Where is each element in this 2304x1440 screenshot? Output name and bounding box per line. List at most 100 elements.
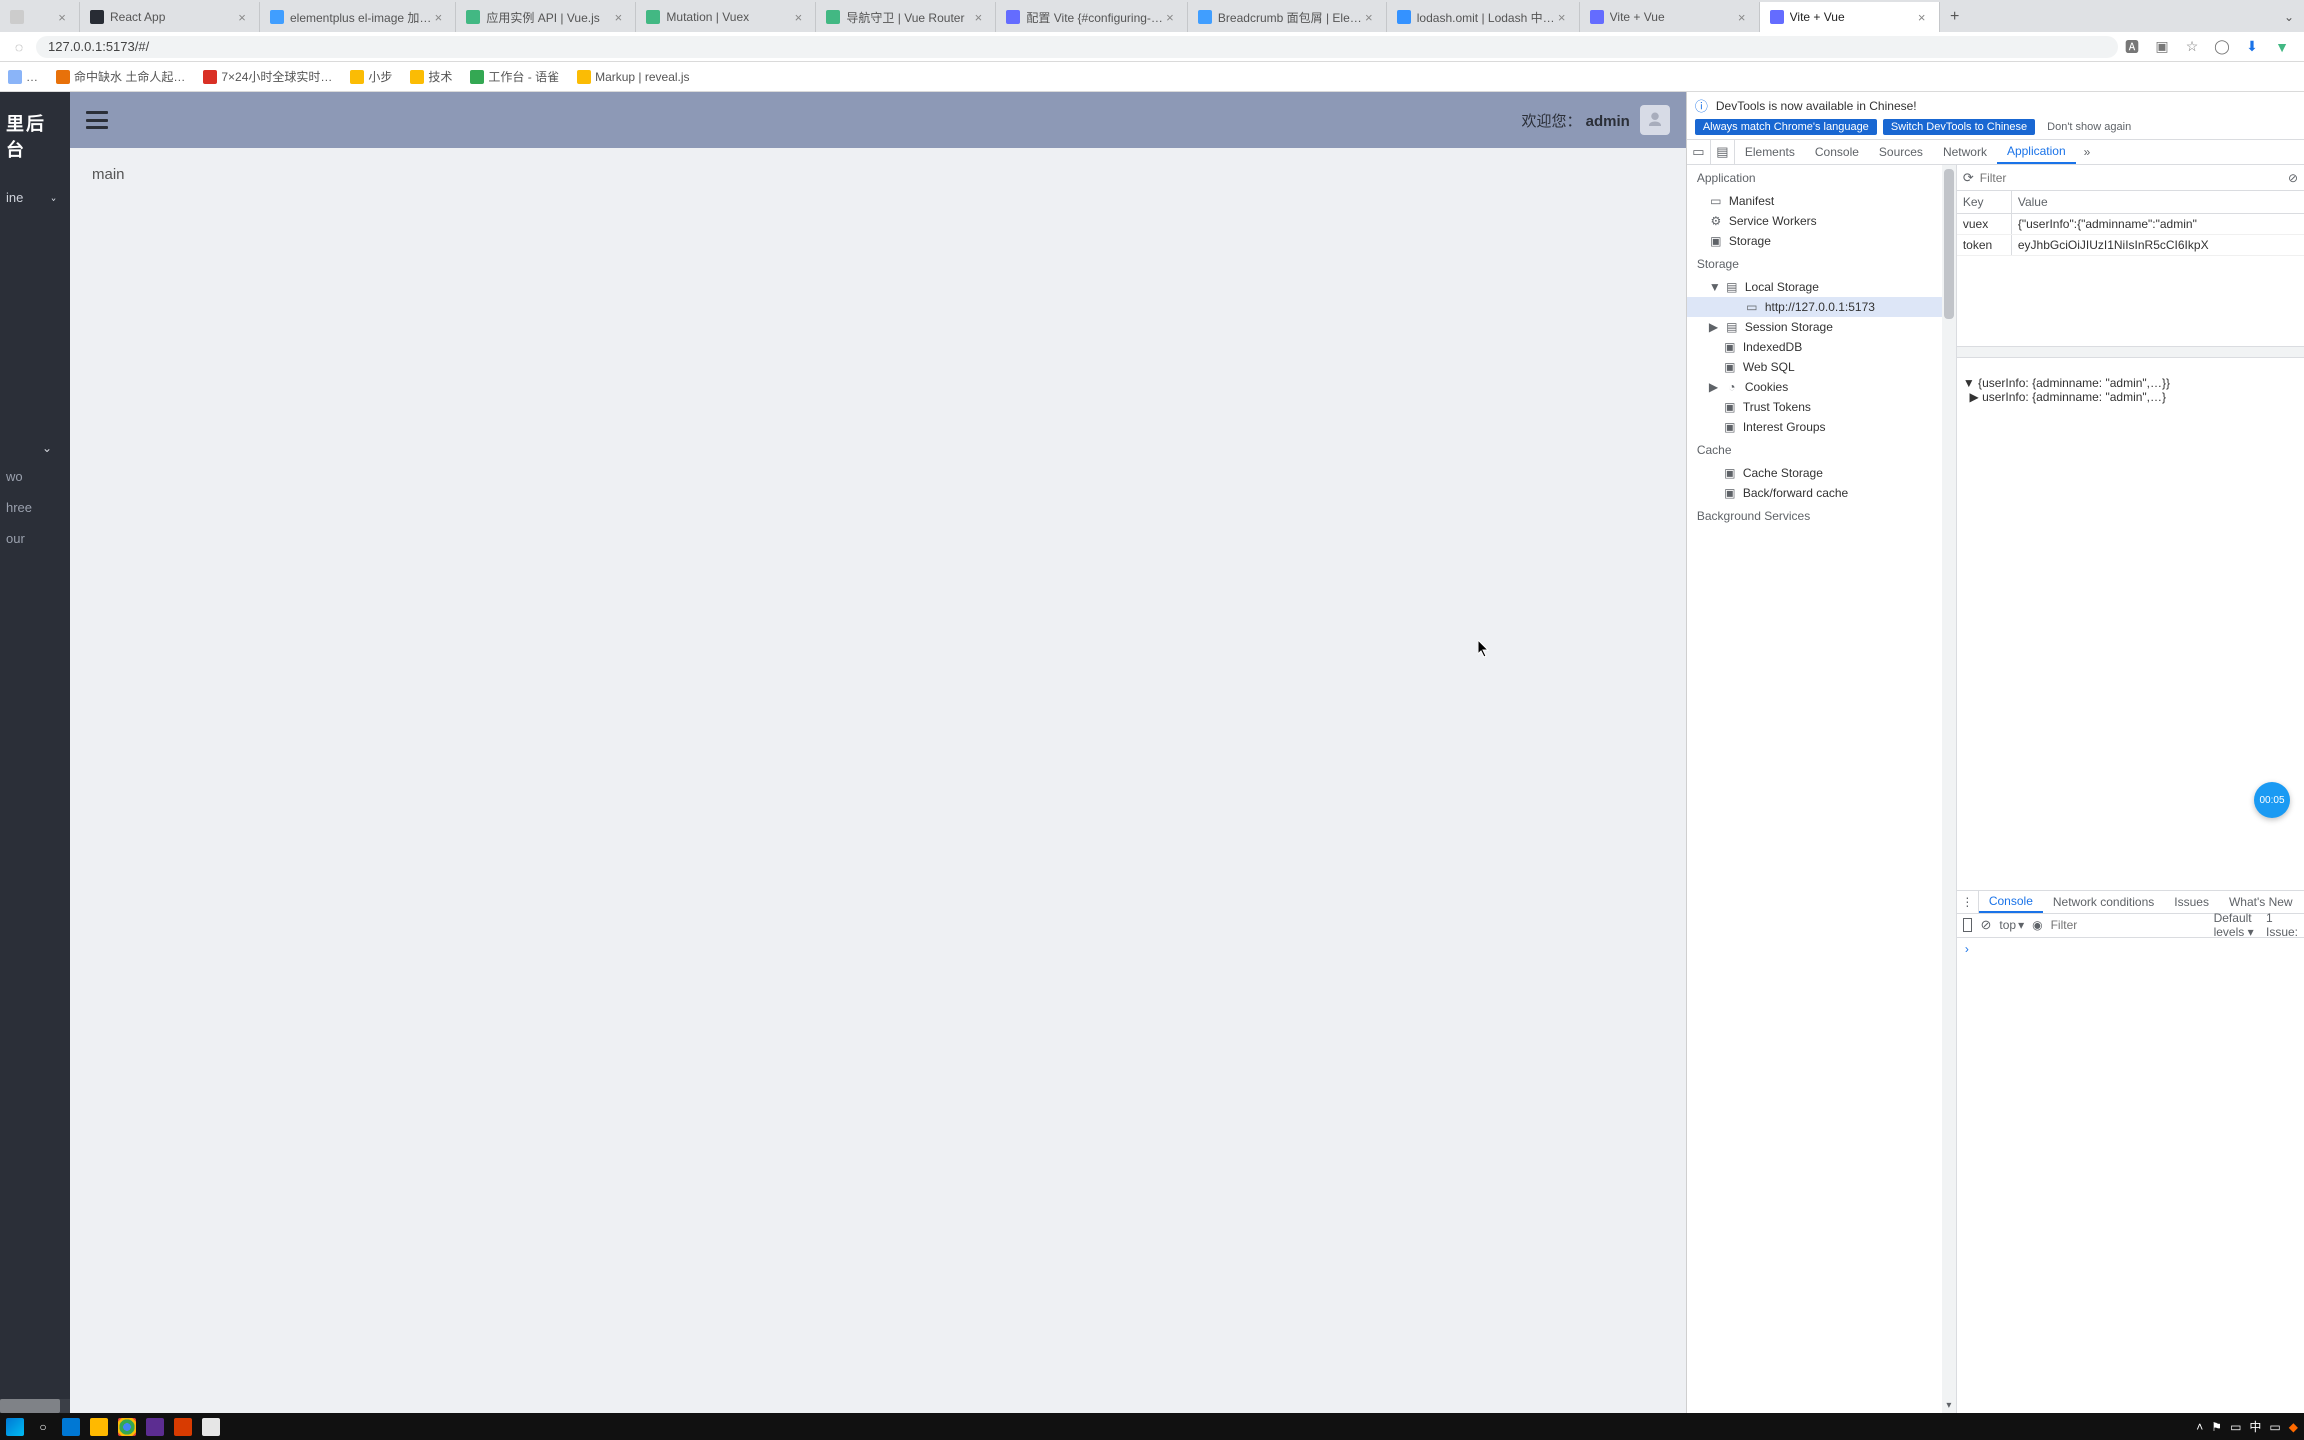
browser-tab[interactable]: lodash.omit | Lodash 中… × bbox=[1387, 2, 1580, 32]
translate-icon[interactable]: 🅰 bbox=[2124, 37, 2140, 57]
eye-icon[interactable]: ◉ bbox=[2032, 918, 2042, 932]
url-input[interactable] bbox=[36, 36, 2118, 58]
storage-row[interactable]: token eyJhbGciOiJIUzI1NiIsInR5cCI6IkpX bbox=[1957, 235, 2304, 256]
extension-icon[interactable]: ⬇ bbox=[2244, 38, 2260, 55]
bookmark-item[interactable]: 7×24小时全球实时… bbox=[203, 68, 332, 85]
panel-scrollbar[interactable]: ▾ bbox=[1942, 165, 1956, 1413]
tray-icon[interactable]: ⚑ bbox=[2211, 1420, 2222, 1434]
close-icon[interactable]: × bbox=[1735, 10, 1749, 25]
search-icon[interactable]: ○ bbox=[34, 1418, 52, 1436]
more-tabs-icon[interactable]: » bbox=[2076, 140, 2099, 164]
browser-tab[interactable]: Mutation | Vuex × bbox=[636, 2, 816, 32]
devtools-tab-sources[interactable]: Sources bbox=[1869, 140, 1933, 164]
tree-item-local-storage[interactable]: ▼▤Local Storage bbox=[1687, 277, 1956, 297]
ime-indicator[interactable]: 中 bbox=[2249, 1418, 2261, 1435]
browser-tab[interactable]: React App × bbox=[80, 2, 260, 32]
file-explorer-icon[interactable] bbox=[90, 1418, 108, 1436]
app-icon[interactable] bbox=[202, 1418, 220, 1436]
devtools-tab-network[interactable]: Network bbox=[1933, 140, 1997, 164]
log-levels-selector[interactable]: Default levels ▾ bbox=[2214, 911, 2258, 939]
bookmark-item[interactable]: 技术 bbox=[410, 68, 452, 85]
panel-separator[interactable] bbox=[1957, 346, 2304, 358]
close-icon[interactable]: × bbox=[1915, 10, 1929, 25]
banner-button-dismiss[interactable]: Don't show again bbox=[2041, 119, 2137, 135]
bookmark-item[interactable]: … bbox=[8, 70, 38, 84]
sidebar-item-four[interactable]: our bbox=[0, 523, 70, 554]
drawer-tab-whatsnew[interactable]: What's New bbox=[2219, 891, 2303, 913]
chrome-icon[interactable] bbox=[118, 1418, 136, 1436]
bookmark-item[interactable]: 工作台 - 语雀 bbox=[470, 68, 559, 85]
extension-icon[interactable]: ◯ bbox=[2214, 38, 2230, 55]
tab-overflow-button[interactable]: ⌄ bbox=[2274, 2, 2304, 32]
bookmark-item[interactable]: Markup | reveal.js bbox=[577, 70, 689, 84]
console-filter-input[interactable] bbox=[2051, 918, 2206, 932]
close-icon[interactable]: × bbox=[1362, 10, 1376, 25]
col-key[interactable]: Key bbox=[1957, 191, 2012, 213]
browser-tab[interactable]: Vite + Vue × bbox=[1580, 2, 1760, 32]
clear-console-icon[interactable]: ⊘ bbox=[1980, 917, 1991, 933]
drawer-tab-console[interactable]: Console bbox=[1979, 891, 2043, 913]
sidebar-horizontal-scrollbar[interactable] bbox=[0, 1399, 70, 1413]
tree-item-manifest[interactable]: ▭Manifest bbox=[1687, 191, 1956, 211]
tree-item-service-workers[interactable]: ⚙Service Workers bbox=[1687, 211, 1956, 231]
issues-counter[interactable]: 1 Issue: bbox=[2266, 911, 2298, 939]
sidebar-toggle-icon[interactable] bbox=[1963, 918, 1973, 932]
browser-tab[interactable]: Breadcrumb 面包屑 | Ele… × bbox=[1188, 2, 1387, 32]
close-icon[interactable]: × bbox=[235, 10, 249, 25]
tree-item-interest-groups[interactable]: ▣Interest Groups bbox=[1687, 417, 1956, 437]
sidebar-item-one[interactable]: ine ⌄ bbox=[0, 180, 70, 215]
site-info-icon[interactable]: ◌ bbox=[8, 36, 30, 58]
vscode-icon[interactable] bbox=[62, 1418, 80, 1436]
close-icon[interactable]: × bbox=[971, 10, 985, 25]
col-value[interactable]: Value bbox=[2012, 191, 2304, 213]
tray-chevron-up-icon[interactable]: ˄ bbox=[2196, 1420, 2203, 1434]
extension-icon[interactable]: ▣ bbox=[2154, 38, 2170, 55]
inspect-element-icon[interactable]: ▭ bbox=[1687, 140, 1711, 164]
vue-devtools-icon[interactable]: ▼ bbox=[2274, 39, 2290, 55]
browser-tab[interactable]: × bbox=[0, 2, 80, 32]
close-icon[interactable]: × bbox=[611, 10, 625, 25]
browser-tab[interactable]: 配置 Vite {#configuring-… × bbox=[996, 2, 1188, 32]
chevron-down-icon[interactable]: ⌄ bbox=[42, 441, 52, 455]
object-preview[interactable]: ▼ {userInfo: {adminname: "admin",…}} ▶ u… bbox=[1957, 358, 2304, 422]
clear-icon[interactable]: ⊘ bbox=[2288, 171, 2298, 185]
menu-toggle-button[interactable] bbox=[86, 111, 108, 129]
tree-item-local-storage-origin[interactable]: ▭http://127.0.0.1:5173 bbox=[1687, 297, 1956, 317]
devtools-tab-application[interactable]: Application bbox=[1997, 140, 2076, 164]
close-icon[interactable]: × bbox=[791, 10, 805, 25]
tree-item-indexeddb[interactable]: ▣IndexedDB bbox=[1687, 337, 1956, 357]
browser-tab-active[interactable]: Vite + Vue × bbox=[1760, 2, 1940, 32]
tray-icon[interactable]: ◆ bbox=[2289, 1420, 2298, 1434]
tray-icon[interactable]: ▭ bbox=[2230, 1420, 2241, 1434]
refresh-icon[interactable]: ⟳ bbox=[1963, 170, 1974, 186]
tree-item-trust-tokens[interactable]: ▣Trust Tokens bbox=[1687, 397, 1956, 417]
tree-item-storage[interactable]: ▣Storage bbox=[1687, 231, 1956, 251]
browser-tab[interactable]: 导航守卫 | Vue Router × bbox=[816, 2, 996, 32]
tree-item-cache-storage[interactable]: ▣Cache Storage bbox=[1687, 463, 1956, 483]
drawer-tab-network-conditions[interactable]: Network conditions bbox=[2043, 891, 2164, 913]
banner-button-always[interactable]: Always match Chrome's language bbox=[1695, 119, 1877, 135]
bookmark-star-icon[interactable]: ☆ bbox=[2184, 38, 2200, 55]
tray-icon[interactable]: ▭ bbox=[2269, 1420, 2280, 1434]
sidebar-item-three[interactable]: hree bbox=[0, 492, 70, 523]
start-button[interactable] bbox=[6, 1418, 24, 1436]
tree-item-websql[interactable]: ▣Web SQL bbox=[1687, 357, 1956, 377]
devtools-tab-console[interactable]: Console bbox=[1805, 140, 1869, 164]
close-icon[interactable]: × bbox=[1163, 10, 1177, 25]
context-selector[interactable]: top ▾ bbox=[1999, 918, 2024, 932]
app-icon[interactable] bbox=[174, 1418, 192, 1436]
drawer-tab-issues[interactable]: Issues bbox=[2164, 891, 2219, 913]
console-body[interactable]: › bbox=[1957, 938, 2304, 1414]
device-toolbar-icon[interactable]: ▤ bbox=[1711, 140, 1735, 164]
bookmark-item[interactable]: 小步 bbox=[350, 68, 392, 85]
close-icon[interactable]: × bbox=[55, 10, 69, 25]
browser-tab[interactable]: 应用实例 API | Vue.js × bbox=[456, 2, 636, 32]
banner-button-switch[interactable]: Switch DevTools to Chinese bbox=[1883, 119, 2035, 135]
new-tab-button[interactable]: + bbox=[1940, 2, 1970, 32]
close-icon[interactable]: × bbox=[1555, 10, 1569, 25]
bookmark-item[interactable]: 命中缺水 土命人起… bbox=[56, 68, 185, 85]
storage-row[interactable]: vuex {"userInfo":{"adminname":"admin" bbox=[1957, 214, 2304, 235]
tree-item-session-storage[interactable]: ▶▤Session Storage bbox=[1687, 317, 1956, 337]
user-avatar[interactable] bbox=[1640, 105, 1670, 135]
tree-item-bf-cache[interactable]: ▣Back/forward cache bbox=[1687, 483, 1956, 503]
